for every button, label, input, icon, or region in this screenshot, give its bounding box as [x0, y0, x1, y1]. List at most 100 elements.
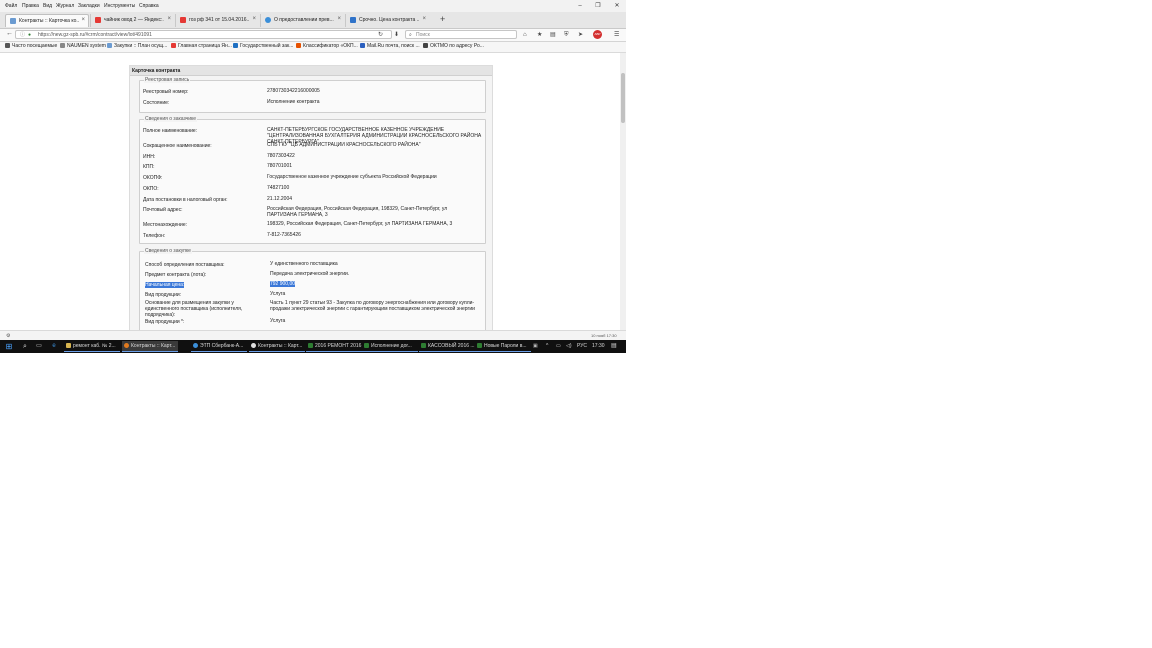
tab-close-icon[interactable]: × [81, 17, 85, 23]
restore-button[interactable]: ❐ [592, 2, 604, 10]
oktmo-icon [423, 43, 428, 48]
supplier-method-value: У единственного поставщика [270, 261, 338, 267]
tab-title: чайник овод 2 — Яндекс:... [104, 17, 164, 23]
taskbar-app-cash[interactable]: КАССОВЫЙ 2016 ... [419, 341, 475, 352]
status-datetime: 10 нояб 17:30 [591, 333, 617, 338]
tab-yandex[interactable]: чайник овод 2 — Яндекс:... × [90, 14, 174, 27]
scrollbar-thumb[interactable] [621, 73, 625, 123]
screen: Файл Правка Вид Журнал Закладки Инструме… [0, 0, 626, 353]
product-type-value: Услуга [270, 291, 286, 297]
bookmark-mail-ru[interactable]: Mail.Ru почта, поиск ... [360, 43, 420, 51]
vertical-scrollbar[interactable] [620, 53, 626, 330]
contract-subject-value: Передача электрической энергии. [270, 271, 350, 277]
yandex-favicon-icon [180, 17, 186, 23]
bookmark-okpd-classifier[interactable]: Классификатор «ОКП... [296, 43, 358, 51]
menu-file[interactable]: Файл [5, 3, 17, 9]
tray-chevron-icon[interactable]: ^ [546, 343, 548, 349]
bookmark-star-icon[interactable]: ★ [537, 31, 542, 39]
kpp-value: 780701001 [267, 163, 293, 169]
taskbar-app-contracts[interactable]: Контракты :: Карт... [249, 341, 305, 352]
tray-app-icon[interactable]: ▣ [533, 343, 538, 349]
taskbar-clock[interactable]: 17:30 [592, 343, 605, 349]
taskbar-app-execution[interactable]: Исполнение дог... [362, 341, 418, 352]
search-box[interactable]: ⌕ Поиск [405, 30, 517, 39]
notifications-icon[interactable]: ▤ [611, 342, 617, 349]
taskbar-app-firefox[interactable]: Контракты :: Карт... [122, 341, 178, 352]
info-icon[interactable]: ⓘ [20, 31, 25, 39]
ie-icon[interactable]: e [48, 341, 60, 352]
menu-help[interactable]: Справка [139, 3, 159, 9]
initial-price-label: Начальная цена: [145, 282, 185, 288]
back-arrow-icon[interactable]: ← [6, 30, 13, 38]
windows-start-icon[interactable]: ⊞ [3, 341, 15, 352]
tab-close-icon[interactable]: × [252, 16, 256, 22]
taskbar-app-repair-2016[interactable]: 2016 РЕМОНТ 2016 [306, 341, 362, 352]
tab-close-icon[interactable]: × [337, 16, 341, 22]
url-bar[interactable]: ⓘ ● https://new.gz-spb.ru/#crm/contract/… [15, 30, 392, 39]
menu-view[interactable]: Вид [43, 3, 52, 9]
tab-title: Контракты :: Карточка ко... [19, 18, 79, 24]
section-legend: Сведения о заказчике [144, 116, 198, 122]
bookmark-naumen[interactable]: NAUMEN system [60, 43, 106, 51]
inn-label: ИНН: [143, 154, 156, 160]
product-type-label: Вид продукции: [145, 292, 182, 298]
search-taskbar-icon[interactable]: ⌕ [19, 341, 31, 352]
download-icon[interactable]: ⬇ [394, 31, 399, 39]
mail-icon [360, 43, 365, 48]
navigation-bar: ← ⓘ ● https://new.gz-spb.ru/#crm/contrac… [0, 29, 626, 42]
sole-supplier-basis-label: Основание для размещения закупки у единс… [145, 300, 243, 318]
hamburger-menu-icon[interactable]: ☰ [614, 31, 619, 39]
language-indicator[interactable]: РУС [577, 343, 587, 349]
tab-strip: Контракты :: Карточка ко... × чайник ово… [0, 12, 626, 29]
full-name-label: Полное наименование: [143, 128, 198, 134]
taskbar-app-repair[interactable]: ремонт каб. № 2... [64, 341, 120, 352]
pocket-icon[interactable]: ⛨ [564, 31, 569, 39]
zakupki-icon [233, 43, 238, 48]
menu-bar: Файл Правка Вид Журнал Закладки Инструме… [0, 0, 626, 12]
firefox-icon [124, 343, 129, 348]
tab-close-icon[interactable]: × [422, 16, 426, 22]
card-header: Карточка контракта [130, 66, 492, 76]
tab-title: О предоставлении прев... [274, 17, 334, 23]
taskbar-app-passwords[interactable]: Новые Пароли в... [475, 341, 531, 352]
bookmark-zakupki-gov[interactable]: Государственный зак... [233, 43, 293, 51]
close-window-button[interactable]: ✕ [611, 2, 623, 10]
task-view-icon[interactable]: ▭ [33, 341, 45, 352]
bookmark-purchases-plan[interactable]: Закупки :: План осущ... [107, 43, 167, 51]
volume-icon[interactable]: ◁) [566, 343, 572, 349]
url-text: https://new.gz-spb.ru/#crm/contract/view… [38, 32, 152, 38]
bookmark-yandex-home[interactable]: Главная страница Ян... [171, 43, 232, 51]
send-icon[interactable]: ➤ [578, 31, 583, 39]
adblock-icon[interactable]: ABP [593, 30, 602, 39]
menu-history[interactable]: Журнал [56, 3, 74, 9]
yandex-icon [171, 43, 176, 48]
tab-close-icon[interactable]: × [167, 16, 171, 22]
tab-urgent-price[interactable]: Срочно. Цена контракта ... × [345, 14, 429, 27]
gear-icon[interactable]: ⚙ [6, 333, 10, 339]
tab-title: Срочно. Цена контракта ... [359, 17, 419, 23]
tab-provision[interactable]: О предоставлении прев... × [260, 14, 344, 27]
bookmark-oktmo[interactable]: ОКТМО по адресу Ро... [423, 43, 484, 51]
tax-registration-date-label: Дата постановки в налоговый орган: [143, 197, 228, 203]
bookmark-most-visited[interactable]: Часто посещаемые [5, 43, 57, 51]
reload-icon[interactable]: ↻ [378, 31, 383, 39]
library-icon[interactable]: ▤ [550, 31, 556, 39]
customer-section: Сведения о заказчике Полное наименование… [139, 116, 486, 244]
taskbar-app-etp[interactable]: ЭТП Сбербанк-А... [191, 341, 247, 352]
menu-tools[interactable]: Инструменты [104, 3, 135, 9]
okpo-label: ОКПО: [143, 186, 159, 192]
tab-goz[interactable]: гоз рф 341 от 15.04.2016... × [175, 14, 259, 27]
home-icon[interactable]: ⌂ [523, 31, 527, 39]
kpp-label: КПП: [143, 164, 155, 170]
tab-contract-card[interactable]: Контракты :: Карточка ко... × [5, 14, 89, 27]
menu-edit[interactable]: Правка [22, 3, 39, 9]
minimize-button[interactable]: – [574, 2, 586, 10]
chrome-icon [251, 343, 256, 348]
yandex-favicon-icon [95, 17, 101, 23]
naumen-icon [60, 43, 65, 48]
new-tab-button[interactable]: + [440, 15, 445, 24]
search-placeholder: Поиск [416, 32, 430, 38]
menu-bookmarks[interactable]: Закладки [78, 3, 100, 9]
short-name-label: Сокращенное наименование: [143, 143, 212, 149]
network-icon[interactable]: ▭ [556, 343, 561, 349]
